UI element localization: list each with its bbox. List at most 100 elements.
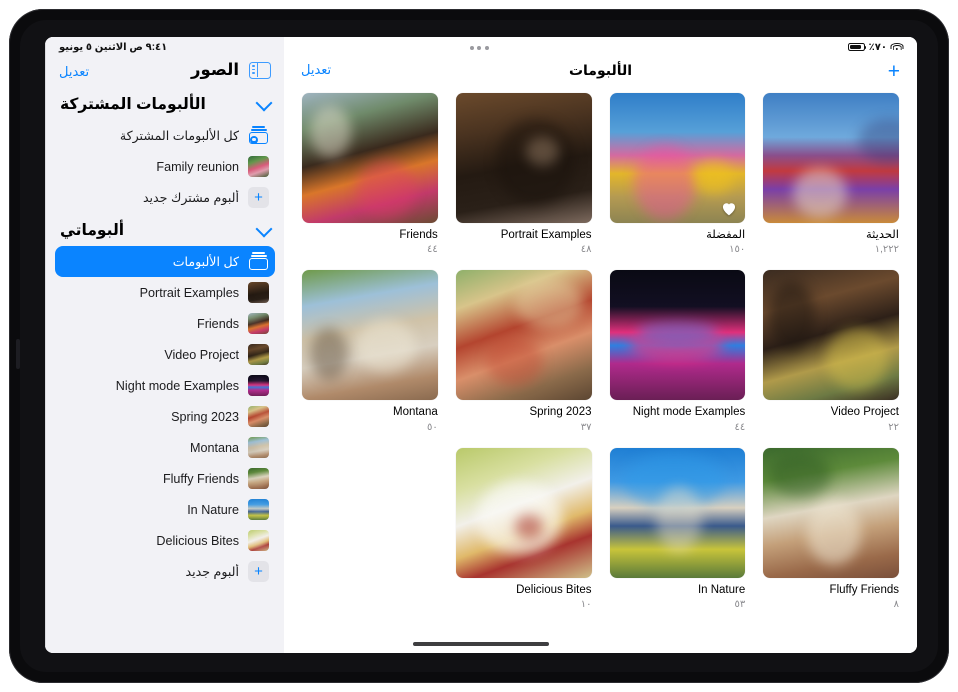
album-thumbnail (248, 375, 269, 396)
album-cell[interactable]: Video Project ٢٢ (763, 270, 899, 433)
sidebar-scroll-area[interactable]: الألبومات المشتركة كل الألبومات المشتركة F… (46, 87, 284, 653)
sidebar-item-spring-2023[interactable]: Spring 2023 (55, 401, 275, 432)
album-cell[interactable]: Friends ٤٤ (302, 93, 438, 256)
add-album-button[interactable]: + (888, 61, 900, 82)
favorite-heart-icon (723, 203, 736, 216)
ipad-screen: الصور تعديل الألبومات المشتركة كل الألبوم… (45, 37, 917, 653)
sidebar-section-title: ألبوماتي (60, 222, 125, 239)
album-thumbnail[interactable] (763, 447, 899, 578)
sidebar-item-family-reunion[interactable]: Family reunion (55, 151, 275, 182)
sidebar-item-portrait-examples[interactable]: Portrait Examples (55, 277, 275, 308)
albums-icon (248, 251, 269, 272)
album-name: Delicious Bites (516, 583, 592, 596)
page-title: الألبومات (568, 62, 633, 78)
album-thumbnail[interactable] (609, 270, 746, 401)
sidebar-item-label: Fluffy Friends (162, 471, 239, 486)
album-thumbnail[interactable] (455, 93, 592, 223)
sidebar-header: الصور تعديل (46, 37, 284, 87)
sidebar-item-montana[interactable]: Montana (55, 432, 275, 463)
album-thumbnail[interactable] (302, 270, 438, 401)
chevron-down-icon[interactable] (255, 94, 273, 112)
album-count: ١٠ (580, 599, 592, 611)
album-thumbnail[interactable] (763, 270, 899, 401)
album-meta: المفضلة ١٥٠ (610, 223, 745, 256)
album-meta: Video Project ٢٢ (763, 400, 899, 433)
album-thumbnail[interactable] (302, 93, 438, 223)
album-thumbnail (248, 499, 269, 520)
album-cell[interactable]: Spring 2023 ٣٧ (455, 270, 592, 433)
album-meta: Fluffy Friends ٨ (763, 578, 899, 611)
device-frame: الصور تعديل الألبومات المشتركة كل الألبوم… (9, 9, 949, 683)
album-name: In Nature (697, 583, 746, 596)
album-name: Friends (399, 229, 438, 241)
sidebar-item-label: Spring 2023 (171, 409, 239, 424)
sidebar-item-label: كل الألبومات (172, 255, 239, 269)
sidebar-item-[interactable]: كل الألبومات (55, 246, 275, 277)
album-count: ٥٣ (734, 599, 746, 611)
sidebar-item-label: Family reunion (156, 159, 239, 174)
sidebar-item-[interactable]: + ألبوم جديد (55, 556, 275, 587)
album-name: Montana (392, 406, 438, 419)
sidebar-item-[interactable]: كل الألبومات المشتركة (55, 120, 275, 151)
sidebar-section-header[interactable]: ألبوماتي (55, 213, 275, 246)
sidebar-item-delicious-bites[interactable]: Delicious Bites (55, 525, 275, 556)
album-thumbnail (248, 468, 269, 489)
album-meta: Spring 2023 ٣٧ (456, 400, 592, 433)
sidebar: الصور تعديل الألبومات المشتركة كل الألبوم… (45, 37, 284, 653)
album-cell[interactable]: Delicious Bites ١٠ (455, 447, 592, 611)
main-panel: تعديل الألبومات + الحديثة ١,٢٢٢ المفضلة ١٥٠… (284, 37, 917, 653)
album-meta: Montana ٥٠ (302, 400, 438, 433)
album-thumbnail[interactable] (609, 447, 746, 578)
album-meta: Portrait Examples ٤٨ (456, 223, 592, 256)
sidebar-item-[interactable]: + ألبوم مشترك جديد (55, 182, 275, 213)
sidebar-item-label: ألبوم جديد (185, 565, 239, 579)
sidebar-item-label: Friends (197, 316, 239, 331)
sidebar-item-fluffy-friends[interactable]: Fluffy Friends (55, 463, 275, 494)
sidebar-item-label: Montana (189, 440, 239, 455)
sidebar-item-video-project[interactable]: Video Project (55, 339, 275, 370)
album-name: الحديثة (866, 229, 899, 241)
shared-albums-icon (248, 125, 269, 146)
album-cell[interactable]: الحديثة ١,٢٢٢ (763, 93, 899, 256)
multitask-dots-icon[interactable] (9, 46, 949, 50)
album-name: Video Project (830, 406, 899, 419)
sidebar-item-friends[interactable]: Friends (55, 308, 275, 339)
album-thumbnail (248, 156, 269, 177)
album-cell[interactable]: Fluffy Friends ٨ (763, 447, 899, 611)
album-thumbnail (248, 313, 269, 334)
album-name: Fluffy Friends (829, 583, 899, 596)
sidebar-item-in-nature[interactable]: In Nature (55, 494, 275, 525)
sidebar-item-label: ألبوم مشترك جديد (142, 191, 239, 205)
sidebar-toggle-icon[interactable] (249, 61, 271, 79)
album-cell[interactable]: Night mode Examples ٤٤ (609, 270, 746, 433)
sidebar-title: الصور (191, 61, 239, 79)
album-cell[interactable]: In Nature ٥٣ (609, 447, 746, 611)
album-thumbnail[interactable] (455, 270, 592, 401)
sidebar-item-label: Video Project (164, 347, 239, 362)
album-count: ١,٢٢٢ (874, 244, 899, 256)
album-thumbnail[interactable] (763, 93, 899, 223)
album-meta: Friends ٤٤ (302, 223, 438, 256)
chevron-down-icon[interactable] (255, 220, 273, 238)
sidebar-item-label: كل الألبومات المشتركة (119, 129, 239, 143)
album-count: ٣٧ (580, 421, 592, 433)
sidebar-section-header[interactable]: الألبومات المشتركة (55, 87, 275, 120)
album-cell[interactable]: المفضلة ١٥٠ (609, 93, 746, 256)
album-thumbnail (248, 406, 269, 427)
sidebar-item-label: Delicious Bites (156, 533, 239, 548)
album-count: ٨ (893, 599, 899, 611)
sidebar-item-night-mode-examples[interactable]: Night mode Examples (55, 370, 275, 401)
album-thumbnail (248, 282, 269, 303)
main-header: تعديل الألبومات + (284, 37, 917, 87)
album-thumbnail[interactable] (455, 447, 592, 578)
sidebar-section-title: الألبومات المشتركة (60, 96, 206, 113)
home-indicator[interactable] (413, 641, 549, 646)
album-count: ٢٢ (888, 421, 899, 433)
sidebar-edit-button[interactable]: تعديل (59, 64, 89, 80)
album-thumbnail[interactable] (609, 93, 746, 223)
plus-icon[interactable]: + (248, 561, 269, 582)
album-cell[interactable]: Montana ٥٠ (302, 270, 438, 433)
plus-icon[interactable]: + (248, 187, 269, 208)
album-meta: In Nature ٥٣ (610, 578, 746, 611)
album-cell[interactable]: Portrait Examples ٤٨ (455, 93, 592, 256)
